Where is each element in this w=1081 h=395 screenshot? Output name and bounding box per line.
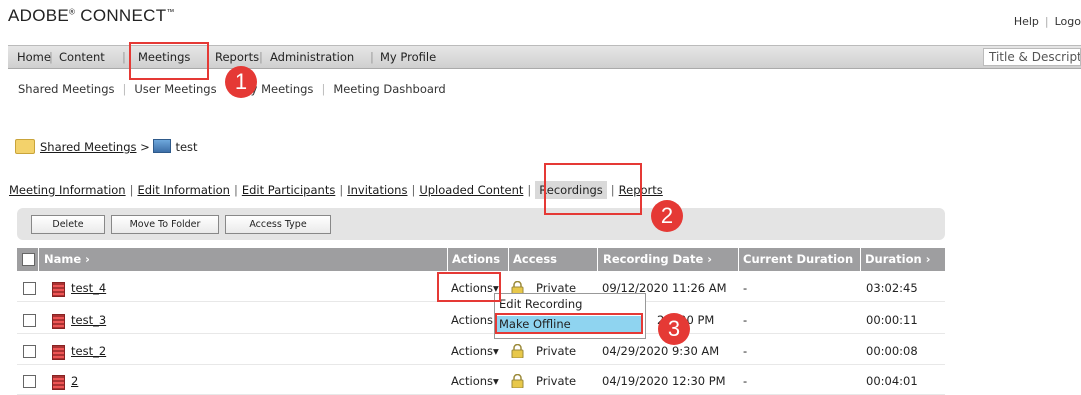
callout-badge-2: 2	[651, 200, 683, 232]
column-access: Access	[513, 252, 558, 266]
recording-icon	[52, 282, 65, 297]
tab-edit-participants[interactable]: Edit Participants	[242, 183, 335, 197]
breadcrumb-separator: >	[140, 140, 150, 154]
duration: 00:04:01	[866, 374, 918, 388]
column-name[interactable]: Name ›	[44, 252, 90, 266]
select-all-checkbox[interactable]	[22, 253, 35, 266]
recording-date: 04/19/2020 12:30 PM	[602, 374, 726, 388]
nav-my-profile[interactable]: My Profile	[380, 50, 436, 64]
move-to-folder-button[interactable]: Move To Folder	[111, 215, 219, 234]
recordings-table-header: Name › Actions Access Recording Date › C…	[17, 248, 945, 271]
callout-badge-1: 1	[225, 66, 257, 98]
access-type-button[interactable]: Access Type	[225, 215, 331, 234]
column-current-duration: Current Duration	[743, 252, 854, 266]
recording-name-link[interactable]: test_2	[71, 344, 106, 358]
callout-box-meetings	[129, 42, 209, 80]
logo-text: ADOBE	[8, 6, 70, 25]
recording-icon	[52, 314, 65, 329]
access-value: Private	[536, 344, 577, 358]
current-duration: -	[743, 374, 748, 388]
top-links: Help | Logo	[1013, 15, 1081, 28]
column-actions: Actions	[452, 252, 501, 266]
lock-icon	[511, 344, 524, 358]
nav-home[interactable]: Home	[17, 50, 51, 64]
logout-link[interactable]: Logo	[1055, 15, 1081, 28]
menu-edit-recording[interactable]: Edit Recording	[499, 297, 582, 311]
table-row: test_3 Actions 20 :00 PM - 00:00:11	[17, 309, 945, 334]
nav-reports[interactable]: Reports	[215, 50, 259, 64]
subnav-shared-meetings[interactable]: Shared Meetings	[18, 82, 115, 96]
logo-product-text: CONNECT	[75, 6, 167, 25]
row-checkbox[interactable]	[23, 282, 36, 295]
duration: 03:02:45	[866, 281, 918, 295]
duration: 00:00:08	[866, 344, 918, 358]
subnav-meeting-dashboard[interactable]: Meeting Dashboard	[333, 82, 445, 96]
meeting-icon	[153, 139, 172, 153]
current-duration: -	[743, 313, 748, 327]
recordings-toolbar: Delete Move To Folder Access Type	[17, 208, 945, 240]
current-duration: -	[743, 281, 748, 295]
tab-uploaded-content[interactable]: Uploaded Content	[419, 183, 523, 197]
help-link[interactable]: Help	[1014, 15, 1039, 28]
subnav-my-meetings[interactable]: y Meetings	[251, 82, 314, 96]
tab-meeting-information[interactable]: Meeting Information	[9, 183, 126, 197]
column-duration[interactable]: Duration ›	[865, 252, 930, 266]
tab-edit-information[interactable]: Edit Information	[137, 183, 230, 197]
row-checkbox[interactable]	[23, 375, 36, 388]
search-input[interactable]: Title & Descripti	[983, 48, 1081, 66]
breadcrumb-current: test	[175, 140, 198, 154]
nav-content[interactable]: Content	[59, 50, 105, 64]
nav-administration[interactable]: Administration	[270, 50, 354, 64]
actions-dropdown[interactable]: Actions▾	[451, 374, 499, 388]
row-checkbox[interactable]	[23, 345, 36, 358]
current-duration: -	[743, 344, 748, 358]
table-row: 2 Actions▾ Private 04/19/2020 12:30 PM -…	[17, 370, 945, 395]
row-checkbox[interactable]	[23, 314, 36, 327]
duration: 00:00:11	[866, 313, 918, 327]
breadcrumb-parent-link[interactable]: Shared Meetings	[40, 140, 137, 154]
access-value: Private	[536, 374, 577, 388]
recording-icon	[52, 375, 65, 390]
recording-icon	[52, 345, 65, 360]
column-recording-date[interactable]: Recording Date ›	[603, 252, 712, 266]
actions-dropdown[interactable]: Actions▾	[451, 344, 499, 358]
recording-name-link[interactable]: test_3	[71, 313, 106, 327]
folder-icon	[15, 139, 35, 154]
callout-box-make-offline	[495, 313, 643, 334]
lock-icon	[511, 374, 524, 388]
callout-badge-3: 3	[658, 313, 690, 345]
subnav-user-meetings[interactable]: User Meetings	[134, 82, 216, 96]
tab-invitations[interactable]: Invitations	[347, 183, 407, 197]
actions-dropdown[interactable]: Actions	[451, 313, 493, 327]
recording-date: 04/29/2020 9:30 AM	[602, 344, 720, 358]
callout-box-recordings	[544, 163, 642, 215]
callout-box-actions	[437, 272, 501, 302]
table-row: test_2 Actions▾ Private 04/29/2020 9:30 …	[17, 340, 945, 365]
breadcrumb: Shared Meetings > test	[15, 139, 198, 154]
delete-button[interactable]: Delete	[31, 215, 105, 234]
recording-name-link[interactable]: 2	[71, 374, 78, 388]
recording-name-link[interactable]: test_4	[71, 281, 106, 295]
logo-trademark: ™	[166, 7, 175, 17]
adobe-connect-logo: ADOBE® CONNECT™	[8, 6, 175, 26]
